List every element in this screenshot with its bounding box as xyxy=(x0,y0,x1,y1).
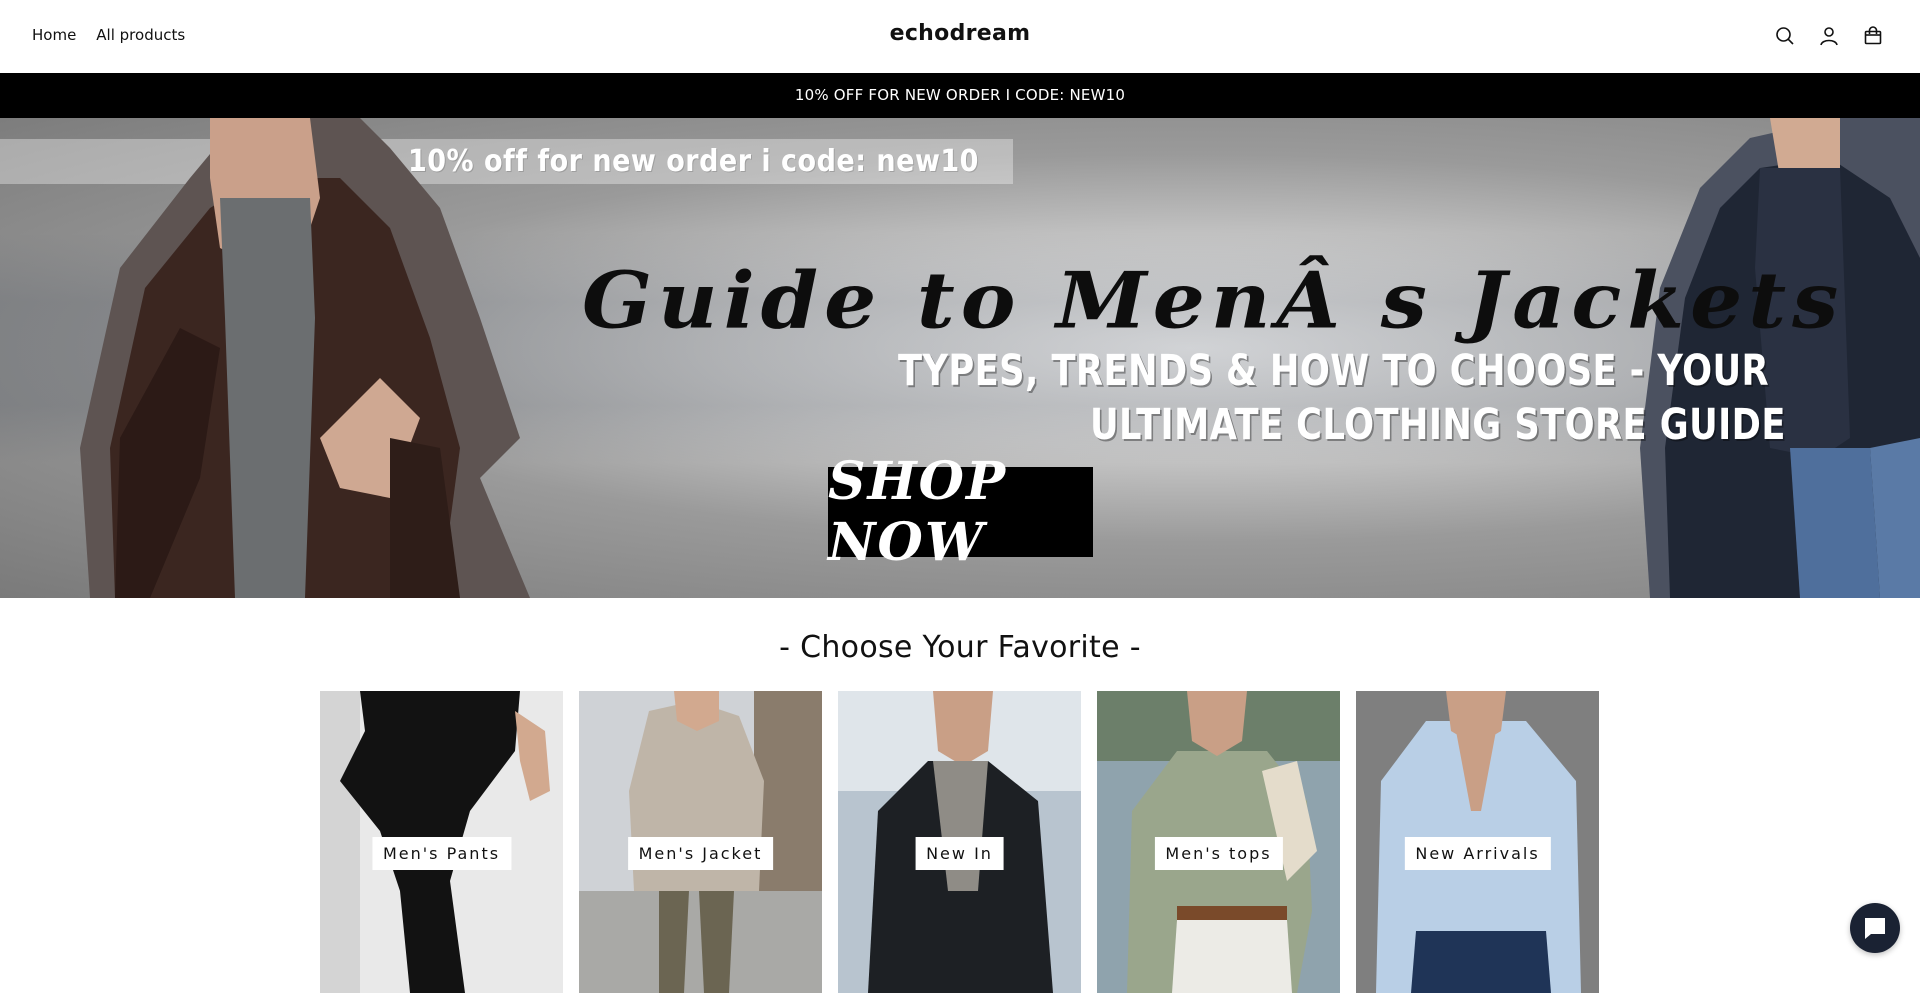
hero-subtitle-line-1: TYPES, TRENDS & HOW TO CHOOSE - YOUR xyxy=(898,346,1770,396)
header-actions xyxy=(1774,23,1884,49)
collection-grid: Men's Pants Men's Jacket New In Men's to… xyxy=(320,691,1599,993)
nav-all-products-link[interactable]: All products xyxy=(96,26,185,44)
account-icon[interactable] xyxy=(1818,23,1840,49)
chat-widget-button[interactable] xyxy=(1850,903,1900,953)
hero-banner[interactable]: 10% off for new order i code: new10 Guid… xyxy=(0,118,1920,598)
brand-logo-wrapper: echodream xyxy=(0,21,1920,46)
collections-title: - Choose Your Favorite - xyxy=(779,630,1141,665)
hero-model-left-image xyxy=(80,118,530,598)
collection-label: Men's Jacket xyxy=(627,837,774,870)
nav-home-link[interactable]: Home xyxy=(32,26,76,44)
main-nav: Home All products xyxy=(32,26,185,44)
collection-label: Men's Pants xyxy=(371,837,512,870)
brand-logo[interactable]: echodream xyxy=(890,21,1031,46)
announcement-bar: 10% OFF FOR NEW ORDER I CODE: NEW10 xyxy=(0,73,1920,118)
collection-card-mens-tops[interactable]: Men's tops xyxy=(1097,691,1340,993)
search-icon[interactable] xyxy=(1774,23,1796,49)
hero-subtitle-line-2: ULTIMATE CLOTHING STORE GUIDE xyxy=(1090,400,1786,450)
chat-bubble-icon xyxy=(1865,918,1885,939)
cart-icon[interactable] xyxy=(1862,23,1884,49)
collection-card-new-in[interactable]: New In xyxy=(838,691,1081,993)
collection-card-new-arrivals[interactable]: New Arrivals xyxy=(1356,691,1599,993)
site-header: Home All products echodream xyxy=(0,0,1920,73)
collection-card-mens-pants[interactable]: Men's Pants xyxy=(320,691,563,993)
collection-label: New Arrivals xyxy=(1404,837,1551,870)
announcement-text: 10% OFF FOR NEW ORDER I CODE: NEW10 xyxy=(794,86,1126,104)
collection-label: Men's tops xyxy=(1154,837,1283,870)
collection-card-mens-jacket[interactable]: Men's Jacket xyxy=(579,691,822,993)
hero-title: Guide to MenÂ s Jackets xyxy=(582,255,1845,347)
shop-now-button[interactable]: SHOP NOW xyxy=(828,451,1093,573)
collection-label: New In xyxy=(915,837,1004,870)
